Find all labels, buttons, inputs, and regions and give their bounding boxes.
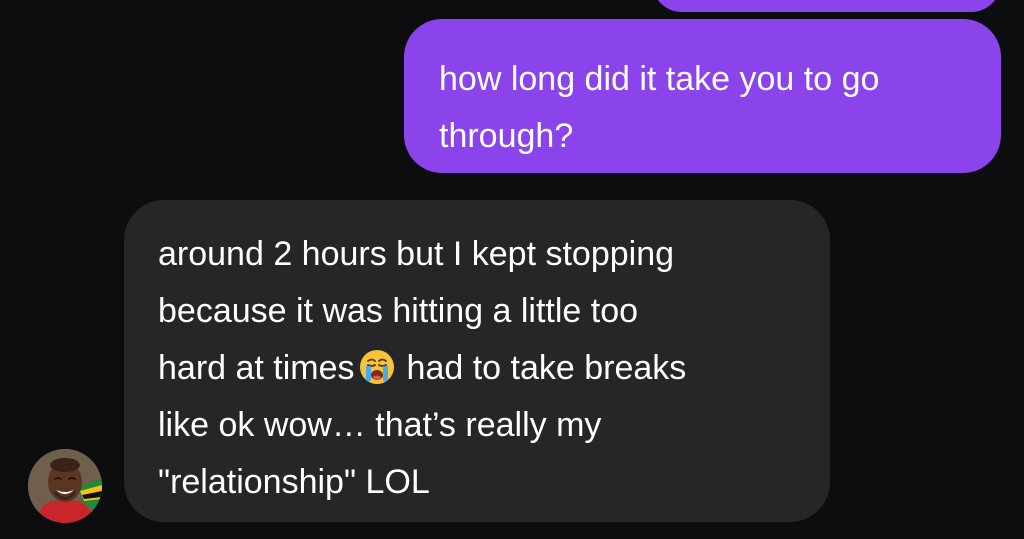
sent-message-line: through? <box>439 117 574 155</box>
sent-message-bubble[interactable]: how long did it take you to go through? <box>404 19 1001 173</box>
received-message-text: hard at times <box>158 349 355 387</box>
received-message-line: "relationship" LOL <box>158 463 430 501</box>
received-message-line: like ok wow… that’s really my <box>158 406 602 444</box>
avatar-image <box>28 449 102 523</box>
loudly-crying-face-icon <box>359 346 395 384</box>
sent-message-line: how long did it take you to go <box>439 60 880 98</box>
received-message-bubble[interactable]: around 2 hours but I kept stopping becau… <box>124 200 830 522</box>
previous-sent-message-bubble[interactable] <box>652 0 1001 12</box>
received-message-line: because it was hitting a little too <box>158 292 639 330</box>
contact-avatar[interactable] <box>28 449 102 523</box>
received-message-line: hard at times had to take breaks <box>158 340 794 397</box>
chat-thread: how long did it take you to go through? … <box>0 0 1024 539</box>
received-message-text: had to take breaks <box>406 349 687 387</box>
received-message-line: around 2 hours but I kept stopping <box>158 235 675 273</box>
